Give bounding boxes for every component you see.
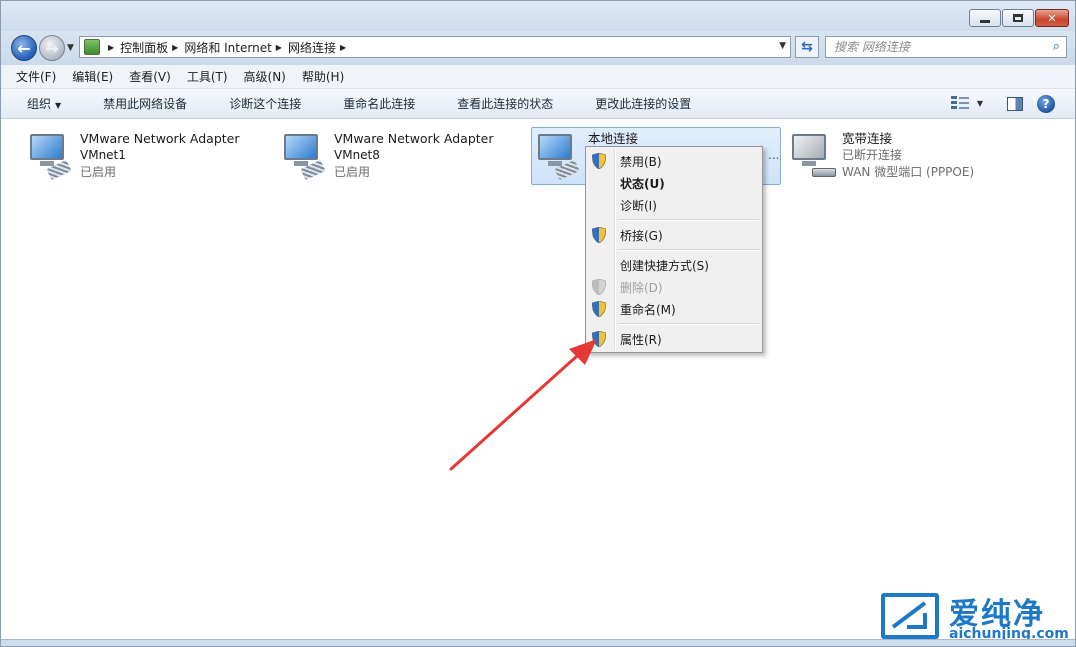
- connection-device: VMnet1: [80, 148, 126, 162]
- window-bottom-border: [1, 639, 1075, 646]
- title-bar[interactable]: ✕: [1, 1, 1075, 31]
- menu-item-label: 创建快捷方式(S): [620, 258, 709, 273]
- forward-arrow-icon: →: [45, 38, 59, 58]
- menu-separator: [586, 216, 762, 224]
- connection-name: 宽带连接: [842, 131, 893, 146]
- view-options-icon: [950, 96, 969, 110]
- change-settings-button[interactable]: 更改此连接的设置: [589, 92, 697, 115]
- breadcrumb-chevron-icon[interactable]: ▶: [108, 43, 114, 52]
- network-adapter-icon: [282, 130, 332, 182]
- close-icon: ✕: [1047, 11, 1057, 25]
- connection-name: VMware Network Adapter: [80, 131, 240, 146]
- organize-label: 组织: [27, 97, 52, 111]
- search-input[interactable]: [832, 38, 1047, 56]
- help-icon[interactable]: ?: [1037, 95, 1055, 113]
- context-menu: 禁用(B) 状态(U) 诊断(I) 桥接(G) 创建快捷方式(S) 删除(D) …: [585, 146, 763, 353]
- maximize-button[interactable]: [1002, 9, 1034, 27]
- network-adapter-icon: [536, 130, 586, 182]
- view-status-button[interactable]: 查看此连接的状态: [451, 92, 559, 115]
- annotation-arrow-icon: [449, 339, 597, 471]
- uac-shield-icon: [592, 153, 606, 169]
- connection-vmnet8[interactable]: VMware Network Adapter VMnet8 已启用: [277, 127, 527, 185]
- menu-item-label: 属性(R): [620, 332, 662, 347]
- breadcrumb-chevron-icon[interactable]: ▶: [172, 43, 178, 52]
- close-button[interactable]: ✕: [1035, 9, 1069, 27]
- change-view-control[interactable]: ▼: [950, 96, 983, 110]
- menu-help[interactable]: 帮助(H): [299, 66, 347, 87]
- menu-item-label: 状态(U): [620, 176, 665, 191]
- menu-item-label: 禁用(B): [620, 154, 662, 169]
- breadcrumb-chevron-icon[interactable]: ▶: [276, 43, 282, 52]
- connection-name: 本地连接: [588, 131, 639, 146]
- breadcrumb-control-panel[interactable]: 控制面板: [120, 39, 168, 56]
- address-row: ← → ▼ ▶ 控制面板 ▶ 网络和 Internet ▶ 网络连接 ▶ ▼ ⇆…: [1, 31, 1075, 65]
- menu-item-label: 诊断(I): [620, 198, 657, 213]
- menu-item-disable[interactable]: 禁用(B): [586, 150, 762, 172]
- diagnose-connection-button[interactable]: 诊断这个连接: [223, 92, 307, 115]
- search-box: ⌕: [825, 36, 1067, 58]
- connection-name: VMware Network Adapter: [334, 131, 494, 146]
- menu-item-diagnose[interactable]: 诊断(I): [586, 194, 762, 216]
- menu-item-label: 重命名(M): [620, 302, 676, 317]
- minimize-icon: [980, 19, 990, 23]
- back-arrow-icon: ←: [17, 38, 31, 58]
- uac-shield-icon: [592, 279, 606, 295]
- back-button[interactable]: ←: [11, 35, 37, 61]
- breadcrumb-network-connections[interactable]: 网络连接: [288, 39, 336, 56]
- menu-item-delete: 删除(D): [586, 276, 762, 298]
- command-bar: 组织 ▼ 禁用此网络设备 诊断这个连接 重命名此连接 查看此连接的状态 更改此连接…: [1, 89, 1075, 119]
- menu-view[interactable]: 查看(V): [126, 66, 174, 87]
- connection-device: WAN 微型端口 (PPPOE): [842, 165, 975, 179]
- connection-status: 已断开连接: [842, 148, 903, 162]
- control-panel-icon: [84, 39, 100, 55]
- menu-file[interactable]: 文件(F): [13, 66, 59, 87]
- menu-advanced[interactable]: 高级(N): [241, 66, 289, 87]
- menu-item-label: 桥接(G): [620, 228, 663, 243]
- recent-pages-dropdown[interactable]: ▼: [67, 43, 74, 53]
- disable-device-button[interactable]: 禁用此网络设备: [97, 92, 193, 115]
- watermark: 爱纯净 aichunjing.com: [877, 589, 1073, 645]
- menu-item-properties[interactable]: 属性(R): [586, 328, 762, 350]
- menu-item-rename[interactable]: 重命名(M): [586, 298, 762, 320]
- connection-device: VMnet8: [334, 148, 380, 162]
- organize-button[interactable]: 组织 ▼: [21, 92, 67, 115]
- breadcrumb: ▶ 控制面板 ▶ 网络和 Internet ▶ 网络连接 ▶: [104, 39, 352, 56]
- menu-item-label: 删除(D): [620, 280, 663, 295]
- chevron-down-icon[interactable]: ▼: [977, 99, 983, 108]
- refresh-icon: ⇆: [801, 39, 813, 55]
- uac-shield-icon: [592, 301, 606, 317]
- breadcrumb-chevron-icon[interactable]: ▶: [340, 43, 346, 52]
- menu-bar: 文件(F) 编辑(E) 查看(V) 工具(T) 高级(N) 帮助(H): [1, 65, 1075, 89]
- breadcrumb-network-internet[interactable]: 网络和 Internet: [184, 39, 271, 56]
- menu-item-create-shortcut[interactable]: 创建快捷方式(S): [586, 254, 762, 276]
- menu-separator: [586, 320, 762, 328]
- chevron-down-icon: ▼: [55, 101, 62, 110]
- network-adapter-icon: [28, 130, 78, 182]
- window-controls: ✕: [968, 9, 1069, 27]
- forward-button[interactable]: →: [39, 35, 65, 61]
- menu-separator: [586, 246, 762, 254]
- menu-tools[interactable]: 工具(T): [184, 66, 231, 87]
- watermark-logo-icon: [881, 593, 939, 639]
- connection-status: 已启用: [334, 165, 371, 179]
- network-connections-window: ✕ ← → ▼ ▶ 控制面板 ▶ 网络和 Internet ▶ 网络连接 ▶ ▼…: [0, 0, 1076, 647]
- menu-item-bridge[interactable]: 桥接(G): [586, 224, 762, 246]
- preview-pane-icon[interactable]: [1007, 97, 1023, 111]
- address-dropdown-icon[interactable]: ▼: [779, 41, 786, 51]
- broadband-modem-icon: [790, 130, 840, 182]
- connection-vmnet1[interactable]: VMware Network Adapter VMnet1 已启用: [23, 127, 273, 185]
- menu-edit[interactable]: 编辑(E): [69, 66, 116, 87]
- search-icon[interactable]: ⌕: [1053, 39, 1060, 54]
- rename-connection-button[interactable]: 重命名此连接: [337, 92, 421, 115]
- minimize-button[interactable]: [969, 9, 1001, 27]
- connection-broadband[interactable]: 宽带连接 已断开连接 WAN 微型端口 (PPPOE): [785, 127, 1025, 185]
- refresh-button[interactable]: ⇆: [795, 36, 819, 58]
- menu-item-status[interactable]: 状态(U): [586, 172, 762, 194]
- connection-status: 已启用: [80, 165, 117, 179]
- address-bar[interactable]: ▶ 控制面板 ▶ 网络和 Internet ▶ 网络连接 ▶ ▼: [79, 36, 791, 58]
- uac-shield-icon: [592, 227, 606, 243]
- maximize-icon: [1013, 14, 1023, 22]
